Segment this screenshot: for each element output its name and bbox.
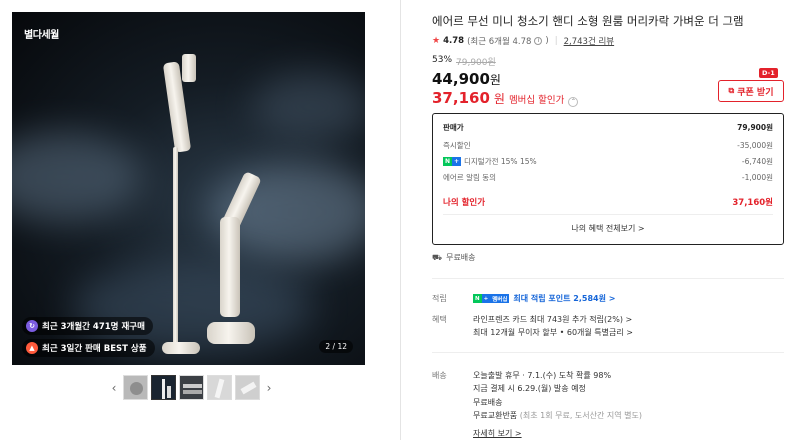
points-label: 적립 bbox=[432, 294, 447, 303]
naver-pay-icon: N + bbox=[443, 157, 461, 166]
original-price: 79,900원 bbox=[456, 58, 496, 68]
thumbnail[interactable] bbox=[179, 375, 204, 400]
chevron-right-icon[interactable]: › bbox=[263, 381, 275, 395]
dday-badge: D-1 bbox=[759, 68, 778, 78]
divider bbox=[432, 352, 784, 353]
breakdown-row: 에어르 알림 동의 -1,000원 bbox=[443, 173, 773, 182]
sale-price: 44,900원 bbox=[432, 70, 501, 88]
panel-divider bbox=[400, 0, 401, 440]
discount-rate: 53% bbox=[432, 55, 453, 65]
points-info[interactable]: N + 멤버십 최대 적립 포인트 2,584원 > bbox=[473, 293, 615, 304]
exchange-return: 무료교환반품 (최초 1회 무료, 도서산간 지역 별도) bbox=[473, 411, 642, 420]
product-title: 에어르 무선 미니 청소기 핸디 소형 원룸 머리카락 가벼운 더 그램 bbox=[432, 14, 744, 28]
divider bbox=[432, 278, 784, 279]
star-icon: ★ bbox=[432, 36, 441, 46]
review-link[interactable]: 2,743건 리뷰 bbox=[564, 35, 615, 47]
delivery-estimate: 오늘출발 휴무 · 7.1.(수) 도착 확률 98% bbox=[473, 371, 612, 380]
delivery-free: 무료배송 bbox=[473, 398, 503, 407]
discount-line: 53% 79,900원 bbox=[432, 55, 496, 68]
thumbnail[interactable] bbox=[235, 375, 260, 400]
breakdown-row: N + 디지털가전 15% 15% -6,740원 bbox=[443, 157, 773, 166]
delivery-dispatch: 지금 결제 시 6.29.(월) 발송 예정 bbox=[473, 384, 586, 393]
coupon-button[interactable]: ⧉ 쿠폰 받기 bbox=[718, 80, 784, 102]
thumbnail[interactable] bbox=[123, 375, 148, 400]
divider bbox=[443, 214, 773, 215]
price-breakdown-box: 판매가 79,900원 즉시할인 -35,000원 N + 디지털가전 15% 1… bbox=[432, 113, 784, 245]
member-price: 37,160 원 멤버십 할인가 ⌃ bbox=[432, 89, 579, 107]
breakdown-row: 판매가 79,900원 bbox=[443, 123, 773, 132]
chevron-left-icon[interactable]: ‹ bbox=[108, 381, 120, 395]
all-benefits-link[interactable]: 나의 혜택 전체보기 > bbox=[433, 223, 783, 234]
info-icon[interactable]: i bbox=[534, 37, 543, 45]
breakdown-row: 즉시할인 -35,000원 bbox=[443, 141, 773, 150]
shipping-free: ⛟ 무료배송 bbox=[432, 252, 476, 263]
brand-logo: 별다세월 bbox=[24, 30, 59, 41]
card-benefit[interactable]: 라인프렌즈 카드 최대 743원 추가 적립(2%) > bbox=[473, 314, 632, 325]
chevron-up-icon[interactable]: ⌃ bbox=[568, 96, 579, 107]
separator: | bbox=[554, 36, 558, 46]
product-main-image[interactable]: 별다세월 ↻ 최근 3개월간 471명 재구매 ▲ 최근 3일간 판매 BEST… bbox=[12, 12, 365, 365]
repurchase-badge: ↻ 최근 3개월간 471명 재구매 bbox=[22, 317, 153, 335]
image-counter: 2 / 12 bbox=[319, 340, 353, 353]
naver-membership-icon: N + 멤버십 bbox=[473, 294, 510, 303]
truck-icon: ⛟ bbox=[432, 252, 443, 262]
repeat-icon: ↻ bbox=[26, 320, 38, 332]
best-seller-badge: ▲ 최근 3일간 판매 BEST 상품 bbox=[22, 339, 155, 357]
final-price-row: 나의 할인가 37,160원 bbox=[443, 198, 773, 208]
rating-summary: ★ 4.78 (최근 6개월 4.78 i ) | 2,743건 리뷰 bbox=[432, 35, 615, 47]
delivery-details-link[interactable]: 자세히 보기 > bbox=[473, 428, 522, 439]
thumbnail-strip: ‹ › bbox=[108, 375, 275, 400]
ticket-icon: ⧉ bbox=[728, 86, 735, 95]
installment-benefit[interactable]: 최대 12개월 무이자 할부 • 60개월 특별금리 > bbox=[473, 327, 633, 338]
benefits-label: 혜택 bbox=[432, 315, 447, 324]
delivery-label: 배송 bbox=[432, 371, 447, 380]
fire-icon: ▲ bbox=[26, 342, 38, 354]
thumbnail[interactable] bbox=[207, 375, 232, 400]
thumbnail-selected[interactable] bbox=[151, 375, 176, 400]
